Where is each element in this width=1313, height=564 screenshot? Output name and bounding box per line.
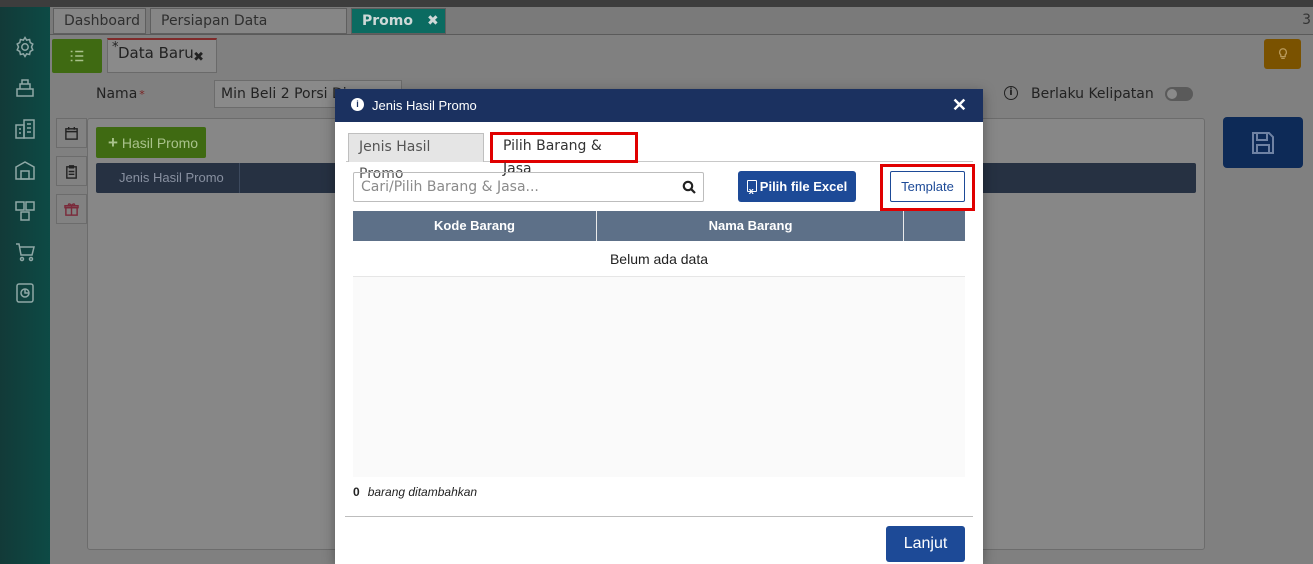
tab-dashboard[interactable]: Dashboard (53, 8, 146, 34)
list-view-button[interactable] (52, 39, 102, 73)
tips-button[interactable] (1264, 39, 1301, 69)
calendar-tab[interactable] (56, 118, 87, 148)
top-strip (0, 0, 1313, 7)
item-table: Kode Barang Nama Barang Belum ada data (353, 211, 965, 477)
save-disk-icon (1252, 131, 1274, 154)
building-icon[interactable] (12, 116, 38, 142)
tab-pilih-barang-jasa[interactable]: Pilih Barang & Jasa (490, 132, 638, 177)
unsaved-marker: * (112, 40, 119, 55)
items-added-label: barang ditambahkan (367, 485, 478, 499)
modal-title: Jenis Hasil Promo (372, 98, 477, 113)
tab-jenis-hasil-promo[interactable]: Jenis Hasil Promo (348, 133, 484, 182)
kelipatan-label: Berlaku Kelipatan (1031, 86, 1154, 102)
modal-close-button[interactable]: ✕ (952, 95, 967, 116)
gift-tab[interactable] (56, 194, 87, 224)
close-icon[interactable]: ✖ (193, 50, 204, 65)
gift-icon (64, 202, 79, 216)
add-hasil-promo-button[interactable]: + Hasil Promo (96, 127, 206, 158)
plus-icon: + (108, 133, 118, 152)
sidebar (0, 7, 50, 564)
clipboard-tab[interactable] (56, 156, 87, 186)
boxes-icon[interactable] (12, 198, 38, 224)
cart-icon[interactable] (12, 239, 38, 265)
empty-state-text: Belum ada data (353, 241, 965, 277)
lightbulb-icon (1278, 48, 1287, 60)
info-icon: i (351, 98, 364, 111)
settings-gear-icon[interactable] (12, 34, 38, 60)
cashier-icon[interactable] (12, 75, 38, 101)
column-header-nama-barang[interactable]: Nama Barang (598, 211, 904, 241)
column-divider (239, 163, 240, 193)
required-mark: * (139, 88, 145, 101)
save-button[interactable] (1223, 117, 1303, 168)
column-header-kode-barang[interactable]: Kode Barang (353, 211, 597, 241)
main-tab-bar: Dashboard Persiapan Data Perusahaan Prom… (50, 7, 1313, 53)
tab-persiapan-data[interactable]: Persiapan Data Perusahaan (150, 8, 347, 53)
items-added-count: 0 (353, 485, 360, 499)
search-icon[interactable] (682, 180, 696, 194)
tab-promo[interactable]: Promo ✖ (351, 8, 446, 34)
nama-label: Nama * (96, 86, 145, 102)
report-chart-icon[interactable] (12, 280, 38, 306)
pick-excel-label: Pilih file Excel (759, 179, 848, 194)
add-hasil-promo-label: Hasil Promo (121, 135, 199, 151)
list-icon (70, 50, 84, 62)
warehouse-icon[interactable] (12, 157, 38, 183)
close-icon[interactable]: ✖ (427, 13, 439, 29)
doc-tab-label: Data Baru (118, 44, 194, 62)
jenis-hasil-promo-modal: i Jenis Hasil Promo ✕ Jenis Hasil Promo … (335, 89, 983, 564)
info-icon: i (1004, 86, 1018, 100)
kelipatan-toggle[interactable] (1165, 87, 1193, 101)
footer-divider (345, 516, 973, 517)
excel-file-icon (746, 176, 757, 207)
template-button[interactable]: Template (890, 171, 965, 202)
item-table-header: Kode Barang Nama Barang (353, 211, 965, 241)
modal-header: i Jenis Hasil Promo ✕ (335, 89, 983, 122)
nama-label-text: Nama (96, 86, 138, 102)
next-button[interactable]: Lanjut (886, 526, 965, 562)
items-added-counter: 0 barang ditambahkan (353, 485, 477, 499)
doc-tab-data-baru[interactable]: * Data Baru ✖ (107, 38, 217, 73)
tab-label: Promo (362, 13, 413, 29)
item-search-input[interactable] (354, 173, 674, 201)
tab-label: Dashboard (64, 13, 140, 29)
item-search-field (353, 172, 704, 202)
clipboard-icon (66, 164, 77, 179)
calendar-icon (65, 126, 78, 140)
tab-count[interactable]: 3 (1302, 12, 1311, 28)
grid-header-col: Jenis Hasil Promo (119, 170, 224, 185)
pick-excel-file-button[interactable]: Pilih file Excel (738, 171, 856, 207)
